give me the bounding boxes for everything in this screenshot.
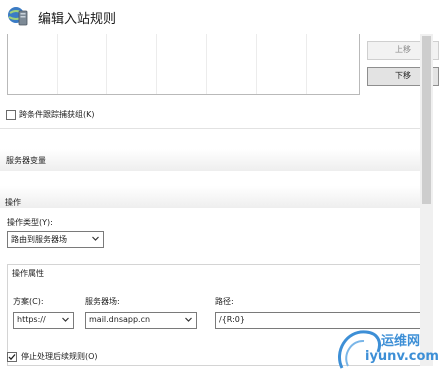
watermark-text-top: 运维网 (381, 334, 421, 349)
action-type-value: 路由到服务器场 (11, 235, 67, 244)
track-groups-label: 跨条件跟踪捕获组(K) (19, 110, 95, 119)
server-variables-title: 服务器变量 (6, 156, 46, 165)
scheme-value: https:// (17, 315, 46, 324)
server-farm-label: 服务器场: (85, 297, 120, 306)
scheme-select[interactable]: https:// (13, 312, 74, 329)
server-farm-value: mail.dnsapp.cn (89, 315, 151, 324)
action-title: 操作 (5, 198, 21, 207)
path-label: 路径: (215, 297, 234, 306)
scrollbar-thumb[interactable] (422, 36, 431, 204)
chevron-down-icon (185, 317, 192, 322)
server-farm-select[interactable]: mail.dnsapp.cn (85, 312, 197, 329)
checkmark-icon (8, 354, 16, 361)
chevron-down-icon (92, 236, 99, 241)
stop-processing-checkbox[interactable] (7, 352, 17, 362)
action-properties-title: 操作属性 (12, 269, 44, 278)
path-value: /{R:0} (219, 315, 245, 324)
stop-processing-label: 停止处理后续规则(O) (21, 352, 98, 361)
conditions-list[interactable] (7, 34, 360, 95)
divider (0, 128, 420, 129)
action-type-select[interactable]: 路由到服务器场 (7, 231, 104, 248)
chevron-down-icon (62, 317, 69, 322)
scheme-label: 方案(C): (13, 297, 44, 306)
action-type-label: 操作类型(Y): (7, 218, 53, 227)
server-variables-header[interactable] (0, 149, 420, 171)
action-header[interactable] (0, 186, 420, 208)
globe-server-icon (7, 5, 29, 27)
watermark-text-bottom: iyunv.com (365, 349, 439, 364)
track-groups-checkbox[interactable] (6, 110, 16, 120)
window-title: 编辑入站规则 (38, 12, 117, 27)
